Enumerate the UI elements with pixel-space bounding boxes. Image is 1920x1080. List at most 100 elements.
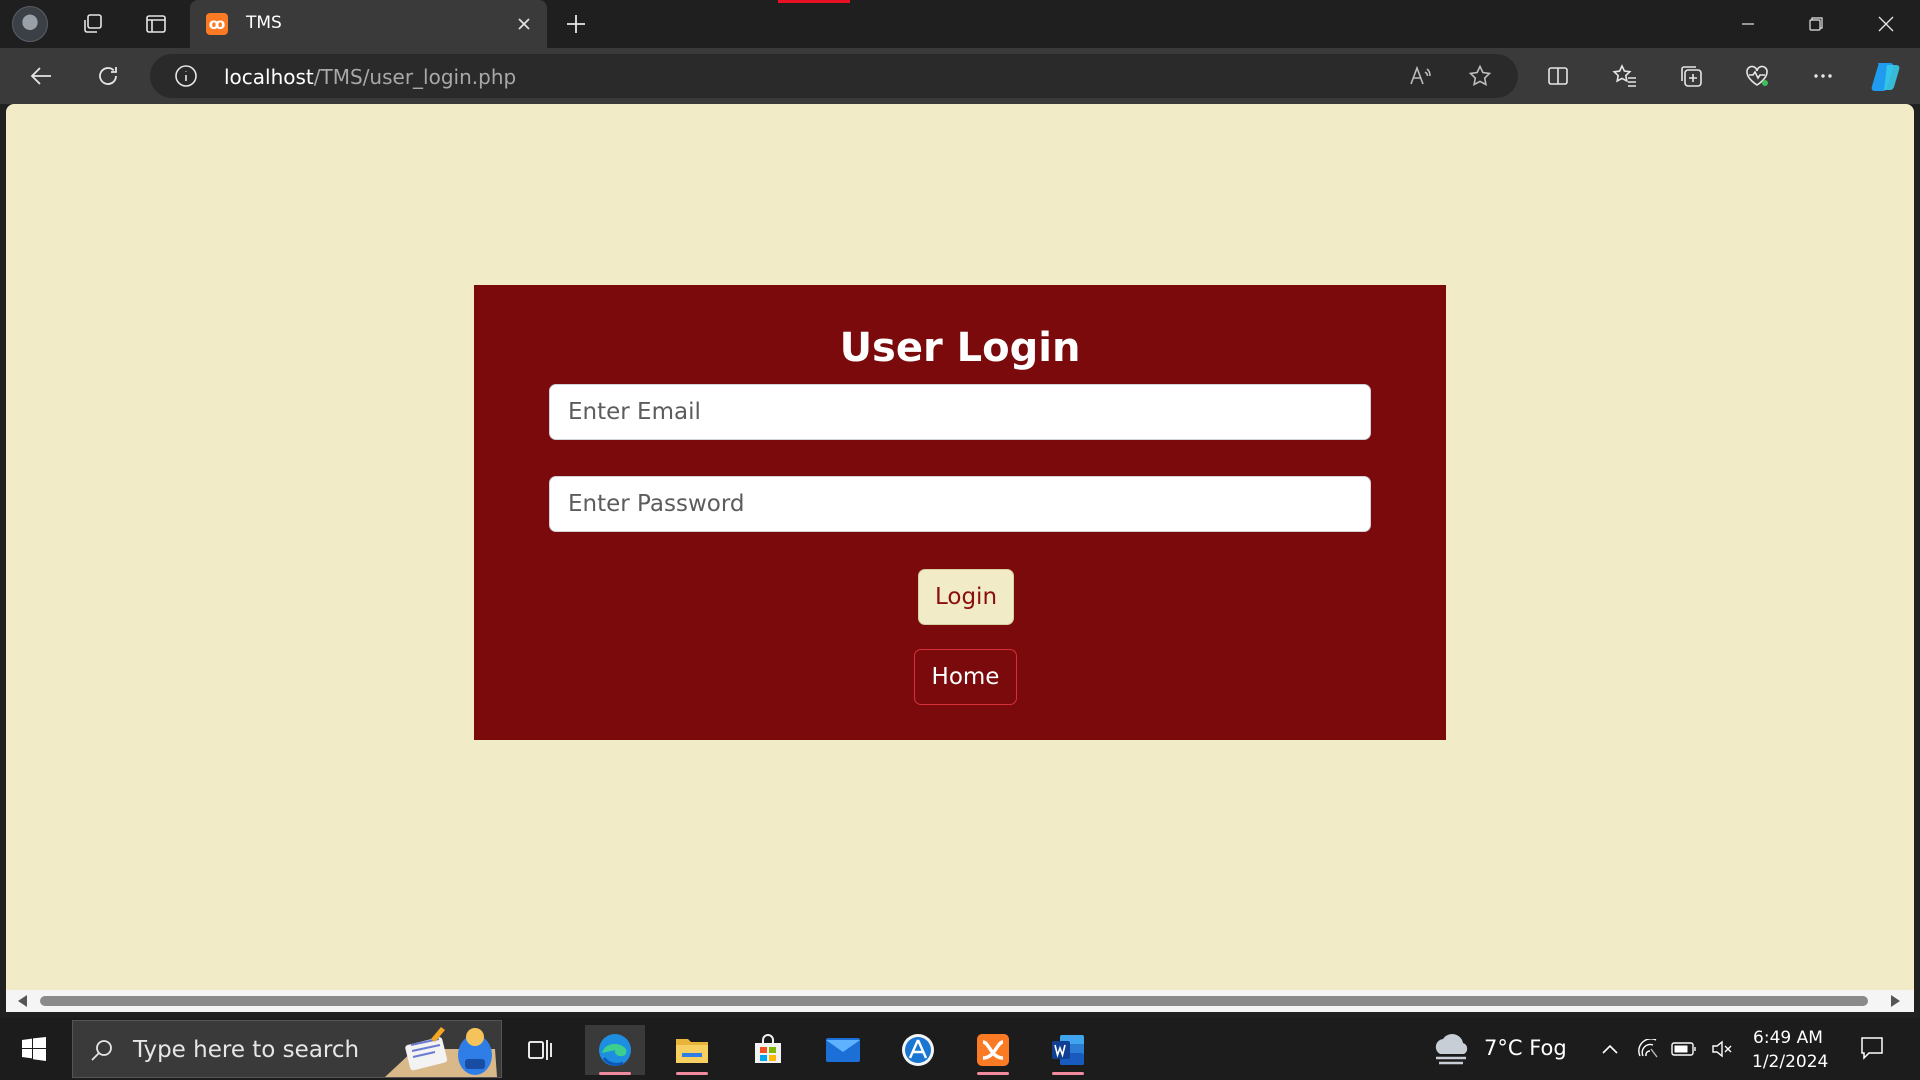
arrow-right-icon xyxy=(1891,995,1900,1007)
address-bar[interactable]: localhost/TMS/user_login.php xyxy=(150,54,1518,98)
avatar xyxy=(12,6,48,42)
chevron-up-icon xyxy=(1602,1044,1618,1054)
star-icon xyxy=(1468,64,1492,86)
windows-start-icon xyxy=(22,1037,46,1061)
network-button[interactable] xyxy=(1634,1036,1662,1062)
minimize-button[interactable] xyxy=(1714,0,1782,48)
tab-actions-button[interactable] xyxy=(138,6,174,42)
url-text[interactable]: localhost/TMS/user_login.php xyxy=(224,65,516,89)
refresh-icon xyxy=(99,67,117,85)
wifi-icon xyxy=(1638,1039,1658,1058)
browser-essentials-icon xyxy=(1746,65,1768,86)
page-title: User Login xyxy=(839,325,1081,371)
taskbar-xampp[interactable] xyxy=(963,1025,1023,1075)
scroll-left-button[interactable] xyxy=(16,994,30,1008)
taskbar-edge[interactable] xyxy=(585,1025,645,1075)
show-hidden-icons-button[interactable] xyxy=(1596,1036,1624,1062)
battery-button[interactable] xyxy=(1670,1036,1698,1062)
weather-widget[interactable]: 7°C Fog xyxy=(1430,1032,1570,1066)
copilot-button[interactable] xyxy=(1868,58,1904,94)
taskbar-mail[interactable] xyxy=(813,1025,873,1075)
workspaces-icon xyxy=(84,14,102,33)
taskbar-file-explorer[interactable] xyxy=(662,1025,722,1075)
tab-tms[interactable]: ꝏ TMS xyxy=(190,0,547,48)
settings-and-more-button[interactable] xyxy=(1805,58,1841,94)
notification-icon xyxy=(1861,1037,1883,1060)
scrollbar-thumb[interactable] xyxy=(40,996,1868,1006)
loading-indicator xyxy=(778,0,850,3)
read-aloud-icon xyxy=(1410,65,1431,85)
email-field[interactable] xyxy=(549,384,1371,440)
mail-icon xyxy=(826,1038,860,1062)
clock[interactable]: 6:49 AM 1/2/2024 xyxy=(1752,1026,1829,1074)
mute-icon xyxy=(1712,1040,1732,1058)
copilot-icon xyxy=(1871,63,1900,91)
start-button[interactable] xyxy=(14,1032,54,1066)
search-placeholder: Type here to search xyxy=(133,1037,360,1063)
tab-close-button[interactable] xyxy=(512,12,536,36)
search-icon xyxy=(91,1040,112,1061)
browser-essentials-button[interactable] xyxy=(1739,58,1775,94)
url-path: /TMS/user_login.php xyxy=(313,65,517,89)
restore-icon xyxy=(1809,17,1823,31)
collections-icon xyxy=(1681,66,1702,87)
volume-button[interactable] xyxy=(1708,1036,1736,1062)
file-explorer-icon xyxy=(676,1039,708,1063)
home-button[interactable]: Home xyxy=(914,649,1017,705)
search-highlight-illustration-icon xyxy=(385,1027,497,1077)
edge-icon xyxy=(599,1034,631,1066)
plus-icon xyxy=(567,15,585,33)
favorites-button[interactable] xyxy=(1607,58,1643,94)
login-button[interactable]: Login xyxy=(918,569,1014,625)
word-icon xyxy=(1052,1035,1084,1065)
taskbar-microsoft-store[interactable] xyxy=(738,1025,798,1075)
microsoft-store-icon xyxy=(755,1034,781,1063)
horizontal-scrollbar[interactable] xyxy=(6,990,1914,1012)
xampp-icon xyxy=(977,1034,1009,1066)
back-button[interactable] xyxy=(24,58,60,94)
info-icon xyxy=(175,65,197,87)
restore-button[interactable] xyxy=(1782,0,1850,48)
window-close-icon xyxy=(1878,16,1894,32)
taskbar-search[interactable]: Type here to search xyxy=(72,1020,502,1078)
login-panel: User Login Login Home xyxy=(474,285,1446,740)
password-field[interactable] xyxy=(549,476,1371,532)
site-info-button[interactable] xyxy=(174,64,198,88)
task-view-icon xyxy=(528,1040,552,1060)
weather-text: 7°C Fog xyxy=(1484,1036,1567,1060)
app-store-icon xyxy=(902,1034,934,1066)
arrow-left-icon xyxy=(18,995,27,1007)
split-screen-button[interactable] xyxy=(1540,58,1576,94)
add-favorite-button[interactable] xyxy=(1462,58,1498,94)
tab-title: TMS xyxy=(246,13,282,33)
tab-actions-icon xyxy=(146,15,166,33)
notification-center-button[interactable] xyxy=(1856,1032,1888,1064)
refresh-button[interactable] xyxy=(90,58,126,94)
close-icon xyxy=(518,18,530,30)
task-view-button[interactable] xyxy=(510,1025,570,1075)
scroll-right-button[interactable] xyxy=(1888,994,1902,1008)
favorites-icon xyxy=(1612,64,1636,87)
read-aloud-button[interactable] xyxy=(1402,58,1438,94)
clock-time: 6:49 AM xyxy=(1753,1028,1823,1048)
taskbar-app-store[interactable] xyxy=(888,1025,948,1075)
split-screen-icon xyxy=(1548,67,1568,85)
battery-icon xyxy=(1671,1042,1696,1056)
clock-date: 1/2/2024 xyxy=(1752,1052,1829,1072)
new-tab-button[interactable] xyxy=(558,6,594,42)
taskbar-word[interactable] xyxy=(1038,1025,1098,1075)
profile-button[interactable] xyxy=(12,6,48,42)
workspaces-button[interactable] xyxy=(75,6,111,42)
window-close-button[interactable] xyxy=(1852,0,1920,48)
cloud-icon xyxy=(1435,1034,1468,1065)
page-viewport: User Login Login Home xyxy=(6,104,1914,990)
browser-toolbar: localhost/TMS/user_login.php xyxy=(0,48,1920,104)
url-host: localhost xyxy=(224,65,314,89)
windows-taskbar: Type here to search 7°C Fog 6:49 AM 1/2/… xyxy=(0,1018,1920,1080)
more-icon xyxy=(1814,74,1832,78)
xampp-favicon-icon: ꝏ xyxy=(206,13,228,35)
back-icon xyxy=(30,67,51,85)
minimize-icon xyxy=(1742,23,1754,25)
collections-button[interactable] xyxy=(1673,58,1709,94)
browser-tab-bar: ꝏ TMS xyxy=(0,0,1920,48)
